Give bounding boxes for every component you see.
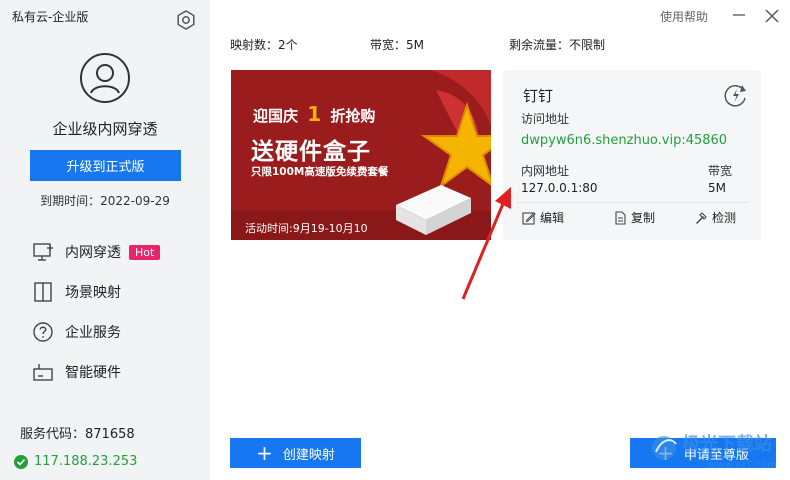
mapping-title: 钉钉: [523, 87, 554, 105]
bandwidth-label: 带宽: [708, 164, 733, 178]
bandwidth-value: 5M: [708, 181, 726, 195]
minimize-icon[interactable]: [732, 8, 746, 22]
lan-address-value: 127.0.0.1:80: [521, 181, 598, 195]
lan-address-label: 内网地址: [521, 164, 570, 178]
access-url-link[interactable]: dwpyw6n6.shenzhuo.vip:45860: [521, 133, 727, 148]
refresh-icon[interactable]: [722, 81, 750, 109]
detect-icon: [696, 211, 707, 224]
help-link[interactable]: 使用帮助: [660, 8, 708, 25]
service-code: 服务代码：871658: [20, 427, 135, 442]
hardware-box-icon: [33, 364, 53, 381]
sidebar-item-label: 企业服务: [65, 325, 121, 341]
edit-label: 编辑: [540, 211, 565, 225]
plus-icon: +: [256, 441, 273, 465]
avatar[interactable]: [79, 52, 131, 104]
promo-line-3: 只限100M高速版免续费套餐: [251, 166, 389, 178]
upgrade-button[interactable]: 升级到正式版: [30, 150, 181, 181]
hot-badge: Hot: [129, 244, 161, 260]
watermark-url: www.xz7.com: [708, 460, 777, 471]
annotation-arrow: [461, 187, 511, 300]
sidebar-item-enterprise[interactable]: 企业服务: [32, 320, 202, 344]
detect-button[interactable]: 检测: [694, 209, 736, 226]
watermark-logo: 极光下载站 www.xz7.com: [648, 426, 788, 478]
card-divider: [517, 202, 749, 203]
close-icon[interactable]: [764, 8, 780, 24]
promo-line-1c: 折抢购: [330, 107, 376, 125]
create-mapping-label: 创建映射: [282, 447, 335, 463]
promo-line-1: 迎国庆 1 折抢购: [253, 102, 375, 126]
bandwidth-stat: 带宽：5M: [370, 38, 424, 52]
copy-icon: [615, 210, 626, 225]
ip-address: 117.188.23.253: [34, 454, 138, 469]
traffic-stat: 剩余流量：不限制: [509, 38, 606, 52]
monitor-icon: [33, 243, 53, 261]
question-icon: [33, 322, 53, 342]
sidebar-item-label: 智能硬件: [65, 365, 121, 381]
promo-discount: 1: [307, 102, 322, 126]
app-title: 私有云-企业版: [12, 10, 89, 24]
detect-label: 检测: [712, 211, 737, 225]
promo-line-2: 送硬件盒子: [251, 139, 371, 165]
edit-icon: [522, 211, 536, 225]
gear-icon[interactable]: [176, 10, 196, 30]
product-name: 企业级内网穿透: [52, 120, 158, 138]
copy-button[interactable]: 复制: [613, 209, 655, 226]
promo-banner[interactable]: 迎国庆 1 折抢购 送硬件盒子 只限100M高速版免续费套餐 活动时间:9月19…: [231, 70, 491, 240]
watermark-text: 极光下载站: [682, 434, 772, 455]
sidebar-item-scene[interactable]: 场景映射: [32, 280, 202, 304]
sidebar-item-hardware[interactable]: 智能硬件: [32, 360, 202, 384]
check-circle-icon: [14, 454, 28, 469]
mapping-card: 钉钉 访问地址 dwpyw6n6.shenzhuo.vip:45860 内网地址…: [503, 70, 761, 240]
expire-date: 到期时间：2022-09-29: [40, 194, 170, 208]
mapping-count: 映射数：2个: [230, 38, 298, 52]
access-url-label: 访问地址: [521, 112, 570, 126]
sidebar-item-label: 场景映射: [65, 285, 121, 301]
sidebar: 私有云-企业版 企业级内网穿透 升级到正式版 到期时间：2022-09-29 内…: [0, 0, 210, 480]
sidebar-item-label: 内网穿透: [65, 245, 121, 261]
create-mapping-button[interactable]: + 创建映射: [230, 438, 361, 468]
split-panel-icon: [34, 282, 52, 302]
promo-line-1a: 迎国庆: [253, 107, 299, 125]
sidebar-item-tunnel[interactable]: 内网穿透 Hot: [32, 240, 202, 264]
promo-line-4: 活动时间:9月19-10月10: [245, 222, 368, 235]
ip-status: 117.188.23.253: [14, 454, 137, 469]
edit-button[interactable]: 编辑: [522, 209, 564, 226]
copy-label: 复制: [631, 211, 656, 225]
